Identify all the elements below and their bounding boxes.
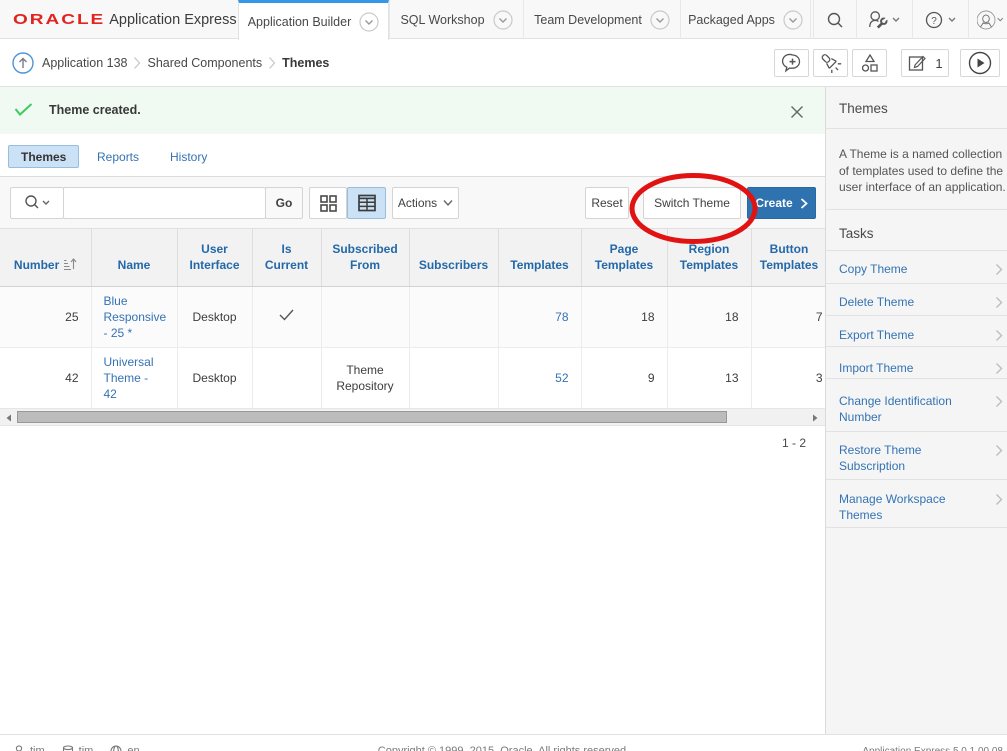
svg-text:?: ? <box>931 16 937 27</box>
